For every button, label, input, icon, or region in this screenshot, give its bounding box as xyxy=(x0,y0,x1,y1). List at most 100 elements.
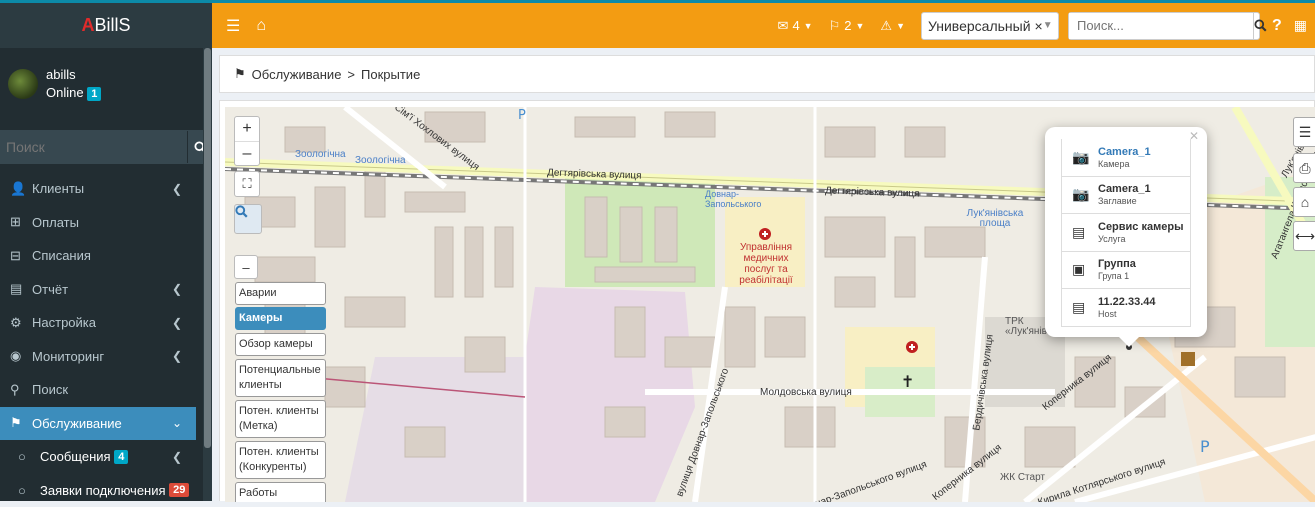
svg-text:P: P xyxy=(518,108,526,123)
bell-icon: ⚠ xyxy=(880,18,892,34)
layer-accidents[interactable]: Аварии xyxy=(235,282,326,305)
chevron-down-icon: ▼ xyxy=(1043,20,1053,31)
layer-potential-clients[interactable]: Потенциальные клиенты xyxy=(235,359,326,397)
svg-text:P: P xyxy=(1200,437,1210,456)
scrollbar-thumb[interactable] xyxy=(204,48,211,448)
popup-row: 📷Camera_1Камера xyxy=(1061,139,1191,177)
user-status: Online xyxy=(46,85,84,100)
menu-search[interactable]: ⚲Поиск xyxy=(0,373,212,407)
envelope-icon: ✉ xyxy=(778,18,789,34)
close-icon[interactable]: ✕ xyxy=(1189,129,1199,143)
chevron-down-icon: ⌄ xyxy=(172,416,182,430)
avatar xyxy=(8,69,38,99)
search-icon xyxy=(235,205,248,218)
menu-label: Клиенты xyxy=(32,181,84,196)
layer-potential-mark[interactable]: Потен. клиенты (Метка) xyxy=(235,400,326,438)
map[interactable]: ✝ P P Дегтярівська вулиця Дегтярівська в… xyxy=(225,107,1315,502)
group-icon: ▣ xyxy=(1072,261,1098,278)
measure-button[interactable]: ⟷ xyxy=(1293,221,1315,251)
logo[interactable]: ABillS xyxy=(0,0,212,48)
layer-camera-view[interactable]: Обзор камеры xyxy=(235,333,326,356)
menu-service[interactable]: ⚑Обслуживание⌄ xyxy=(0,407,196,441)
chevron-left-icon: ❮ xyxy=(172,450,182,464)
fullscreen-button[interactable]: ⛶ xyxy=(234,171,260,197)
menu-label: Сообщения xyxy=(40,449,111,464)
print-button[interactable]: ⎙ xyxy=(1293,153,1315,183)
menu-label: Списания xyxy=(32,248,91,263)
home-icon[interactable]: ⌂ xyxy=(256,17,266,35)
popup-row: ▤Сервис камерыУслуга xyxy=(1061,214,1191,252)
top-header: ☰ ⌂ ✉4▼ ⚐2▼ ⚠▼ Универсальный×▼ ? ▦ xyxy=(212,0,1315,48)
popup-row-sub: Група 1 xyxy=(1098,271,1136,281)
layers-switcher-button[interactable]: ☰ xyxy=(1293,117,1315,147)
popup-row-sub: Заглавие xyxy=(1098,196,1151,206)
flag-button[interactable]: ⚐2▼ xyxy=(829,18,865,34)
caret-down-icon: ▼ xyxy=(804,21,813,31)
svg-text:✝: ✝ xyxy=(901,372,914,391)
layer-potential-competitors[interactable]: Потен. клиенты (Конкуренты) xyxy=(235,441,326,479)
circle-icon: ○ xyxy=(18,449,40,464)
logo-text: BillS xyxy=(94,15,130,36)
layer-cameras[interactable]: Камеры xyxy=(235,307,326,330)
menu-label: Поиск xyxy=(32,382,68,397)
menu-toggle-icon[interactable]: ☰ xyxy=(226,16,240,36)
header-search-button[interactable] xyxy=(1253,13,1267,39)
menu-requests[interactable]: ○Заявки подключения 29 xyxy=(0,474,212,507)
popup-row: ▣ГруппаГрупа 1 xyxy=(1061,252,1191,290)
chevron-left-icon: ❮ xyxy=(172,316,182,330)
chevron-left-icon: ❮ xyxy=(172,282,182,296)
chevron-left-icon: ❮ xyxy=(172,182,182,196)
sidebar-search xyxy=(0,130,212,164)
layers-collapse-button[interactable]: – xyxy=(234,255,258,279)
layer-works[interactable]: Работы xyxy=(235,482,326,502)
camera-link[interactable]: Camera_1 xyxy=(1098,146,1151,158)
zoom-in-button[interactable]: + xyxy=(235,117,259,141)
menu-messages[interactable]: ○Сообщения 4 ❮ xyxy=(0,440,212,474)
menu-label: Заявки подключения xyxy=(40,483,166,498)
menu-label: Мониторинг xyxy=(32,349,104,364)
messages-badge: 4 xyxy=(114,450,128,464)
sidebar-search-input[interactable] xyxy=(0,131,187,163)
sidebar-scrollbar[interactable] xyxy=(203,48,212,501)
breadcrumb-separator: > xyxy=(347,67,355,82)
ruler-icon: ⟷ xyxy=(1295,228,1315,245)
breadcrumb-service[interactable]: Обслуживание xyxy=(252,67,342,82)
flag-icon: ⚐ xyxy=(829,18,841,34)
help-icon[interactable]: ? xyxy=(1272,17,1282,35)
clear-icon[interactable]: × xyxy=(1035,18,1043,34)
grid-icon[interactable]: ▦ xyxy=(1294,17,1307,34)
bar-chart-icon: ▤ xyxy=(10,281,32,297)
flag-icon: ⚑ xyxy=(10,415,32,431)
map-label: Зоологічна xyxy=(295,149,346,160)
zoom-out-button[interactable]: – xyxy=(235,141,259,165)
minus-square-icon: ⊟ xyxy=(10,248,32,264)
menu-report[interactable]: ▤Отчёт❮ xyxy=(0,273,212,307)
home-map-button[interactable]: ⌂ xyxy=(1293,187,1315,217)
service-icon: ▤ xyxy=(1072,224,1098,241)
map-search-button[interactable] xyxy=(234,204,262,234)
menu-charges[interactable]: ⊟Списания xyxy=(0,239,212,273)
universal-select[interactable]: Универсальный×▼ xyxy=(921,12,1059,40)
server-icon: ▤ xyxy=(1072,299,1098,316)
breadcrumb-coverage: Покрытие xyxy=(361,67,420,82)
menu-clients[interactable]: 👤Клиенты ❮ xyxy=(0,172,212,206)
flag-icon: ⚑ xyxy=(234,66,246,82)
popup-row-sub: Услуга xyxy=(1098,234,1183,244)
menu-monitoring[interactable]: ◉Мониторинг❮ xyxy=(0,340,212,374)
camera-popup: ✕ 📷Camera_1Камера 📷 Camera_1 Заглавие ▤Сер… xyxy=(1045,127,1207,337)
menu-settings[interactable]: ⚙Настройка❮ xyxy=(0,306,212,340)
popup-row-sub: Камера xyxy=(1098,159,1151,169)
menu-payments[interactable]: ⊞Оплаты xyxy=(0,206,212,240)
user-icon: 👤 xyxy=(10,181,32,197)
map-label: Лук'янівська площа xyxy=(965,209,1025,229)
bell-button[interactable]: ⚠▼ xyxy=(880,18,905,34)
header-search-input[interactable] xyxy=(1069,13,1253,39)
camera-icon: 📷 xyxy=(1072,186,1098,203)
flag-count: 2 xyxy=(844,18,851,33)
sidebar: ABillS abills Online 1 👤Клиенты❮ ⊞Оплаты… xyxy=(0,0,212,501)
map-label: ЖК Старт xyxy=(1000,472,1045,483)
popup-row-title: Группа xyxy=(1098,258,1136,270)
mail-button[interactable]: ✉4▼ xyxy=(778,18,813,34)
fullscreen-icon: ⛶ xyxy=(242,176,251,192)
home-icon: ⌂ xyxy=(1301,194,1309,210)
